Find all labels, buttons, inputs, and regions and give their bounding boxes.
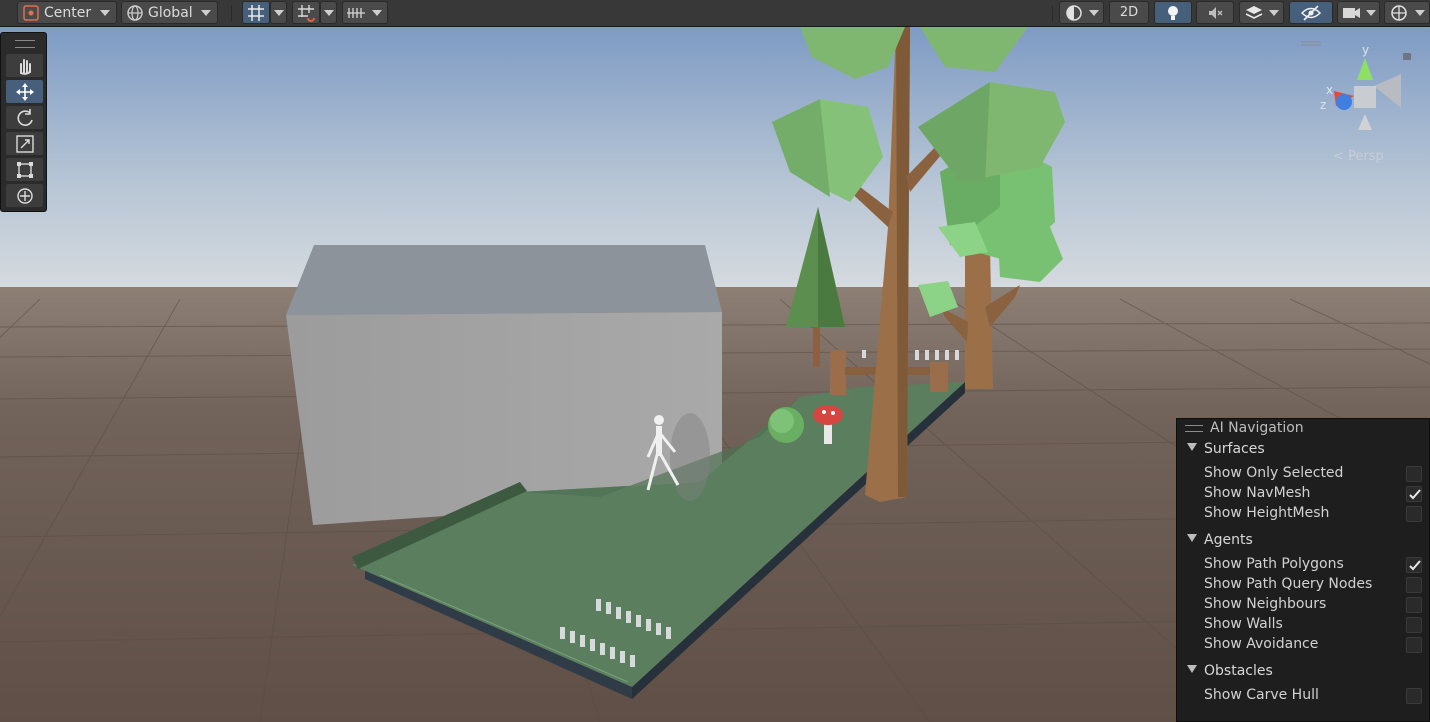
foldout-arrow-icon (1187, 443, 1197, 451)
gizmo-globe-icon (1391, 4, 1407, 21)
orientation-gizmo[interactable]: y x z (1296, 36, 1426, 166)
hand-icon (19, 58, 31, 75)
scene-visibility-button[interactable] (1289, 1, 1333, 24)
axis-label-x: x (1326, 83, 1333, 97)
checkmark-icon (1409, 489, 1421, 500)
option-show-carve-hull: Show Carve Hull (1204, 687, 1319, 703)
checkbox-show-neighbours[interactable] (1406, 597, 1422, 613)
view-tool-button[interactable] (6, 54, 43, 77)
option-show-only-selected: Show Only Selected (1204, 465, 1344, 481)
checkbox-show-navmesh[interactable] (1406, 486, 1422, 502)
increment-snap-menu[interactable] (320, 1, 337, 24)
axis-label-z: z (1320, 98, 1326, 112)
option-show-heightmesh: Show HeightMesh (1204, 505, 1330, 521)
increment-snap-icon (298, 4, 315, 22)
drag-handle[interactable] (15, 40, 35, 48)
projection-label: Persp (1348, 149, 1384, 164)
overlay-title: AI Navigation (1210, 420, 1304, 436)
checkmark-icon (1409, 560, 1421, 571)
section-title: Agents (1204, 532, 1253, 548)
toolbar-divider (231, 5, 232, 22)
lightbulb-icon (1168, 5, 1178, 20)
move-arrows-icon (15, 82, 34, 101)
section-agents[interactable]: Agents (1187, 532, 1253, 548)
grid-snap-icon (248, 4, 264, 21)
foldout-arrow-icon (1187, 534, 1197, 542)
rotate-tool-button[interactable] (6, 106, 43, 129)
foldout-arrow-icon (1187, 665, 1197, 673)
option-show-path-query-nodes: Show Path Query Nodes (1204, 576, 1373, 592)
chevron-down-icon (372, 10, 382, 16)
checkbox-show-path-polygons[interactable] (1406, 557, 1422, 573)
transform-tool-button[interactable] (6, 184, 43, 207)
increment-snap-button[interactable] (292, 1, 320, 24)
section-surfaces[interactable]: Surfaces (1187, 441, 1265, 457)
rect-transform-icon (16, 161, 33, 178)
section-obstacles[interactable]: Obstacles (1187, 663, 1273, 679)
bush (768, 407, 804, 443)
checkbox-show-path-query-nodes[interactable] (1406, 577, 1422, 593)
chevron-left-icon: < (1333, 149, 1344, 164)
ai-navigation-overlay: AI Navigation Surfaces Show Only Selecte… (1176, 418, 1430, 722)
camera-icon (1343, 7, 1360, 18)
checkbox-show-avoidance[interactable] (1406, 637, 1422, 653)
pivot-icon (23, 4, 39, 21)
axis-label-y: y (1362, 43, 1369, 57)
layers-icon (1245, 5, 1263, 19)
projection-toggle[interactable]: < Persp (1333, 149, 1384, 164)
scale-icon (15, 134, 34, 153)
transform-icon (16, 187, 33, 204)
effects-dropdown[interactable] (1239, 1, 1284, 24)
pivot-rotation-label: Global (148, 4, 193, 21)
snap-settings-button[interactable] (342, 1, 388, 24)
move-tool-button[interactable] (6, 80, 43, 103)
pivot-mode-label: Center (44, 4, 92, 21)
globe-icon (127, 4, 143, 21)
lighting-toggle-button[interactable] (1154, 1, 1192, 24)
hidden-eye-icon (1300, 4, 1322, 21)
gizmos-dropdown[interactable] (1384, 1, 1430, 24)
axis-gizmo-icon: y x z (1301, 41, 1411, 130)
option-show-walls: Show Walls (1204, 616, 1283, 632)
audio-toggle-button[interactable] (1196, 1, 1234, 24)
toolbar-divider (1052, 5, 1053, 22)
overlay-header[interactable]: AI Navigation (1177, 419, 1429, 439)
rect-tool-button[interactable] (6, 158, 43, 181)
drag-handle[interactable] (1185, 425, 1203, 432)
checkbox-show-heightmesh[interactable] (1406, 506, 1422, 522)
grid-snapping-menu[interactable] (270, 1, 287, 24)
2d-toggle-button[interactable]: 2D (1109, 1, 1149, 24)
draw-mode-dropdown[interactable] (1059, 1, 1104, 24)
tools-palette (0, 32, 47, 212)
option-show-neighbours: Show Neighbours (1204, 596, 1327, 612)
chevron-down-icon (1415, 10, 1425, 16)
section-title: Surfaces (1204, 441, 1265, 457)
option-show-navmesh: Show NavMesh (1204, 485, 1311, 501)
grid-snapping-button[interactable] (242, 1, 270, 24)
section-title: Obstacles (1204, 663, 1273, 679)
chevron-down-icon (274, 10, 284, 16)
option-show-avoidance: Show Avoidance (1204, 636, 1319, 652)
shading-mode-icon (1066, 4, 1082, 21)
pivot-mode-dropdown[interactable]: Center (17, 1, 117, 24)
ruler-icon (347, 7, 365, 18)
checkbox-show-only-selected[interactable] (1406, 466, 1422, 482)
scale-tool-button[interactable] (6, 132, 43, 155)
mute-icon (1209, 6, 1223, 19)
chevron-down-icon (1089, 10, 1099, 16)
checkbox-show-walls[interactable] (1406, 617, 1422, 633)
scene-toolbar: Center Global 2D (0, 0, 1430, 27)
chevron-down-icon (201, 10, 211, 16)
checkbox-show-carve-hull[interactable] (1406, 688, 1422, 704)
chevron-down-icon (1366, 10, 1376, 16)
chevron-down-icon (1269, 10, 1279, 16)
chevron-down-icon (100, 10, 110, 16)
2d-label: 2D (1119, 5, 1139, 20)
chevron-down-icon (324, 10, 334, 16)
pivot-rotation-dropdown[interactable]: Global (121, 1, 218, 24)
camera-settings-dropdown[interactable] (1337, 1, 1380, 24)
sky (0, 27, 1430, 302)
rotate-icon (17, 108, 33, 126)
option-show-path-polygons: Show Path Polygons (1204, 556, 1344, 572)
